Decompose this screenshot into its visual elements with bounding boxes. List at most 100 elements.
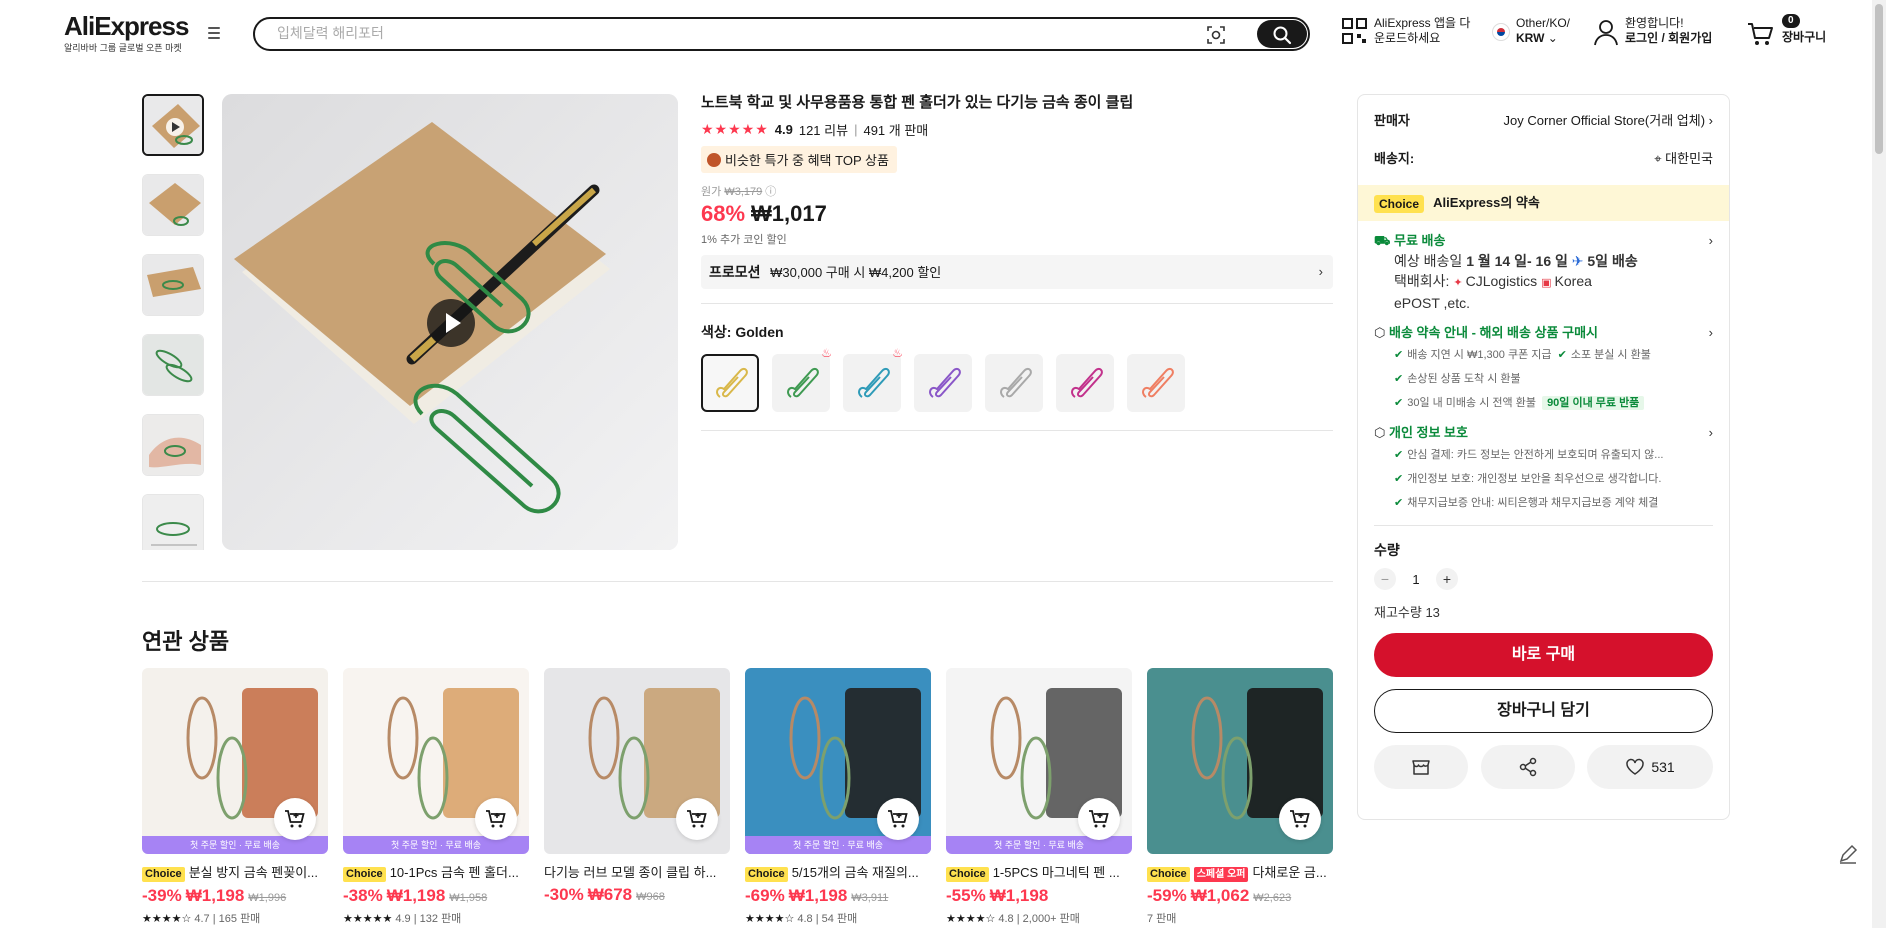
related-product-card[interactable]: 첫 주문 할인 · 무료 배송 Choice 분실 방지 금속 펜꽂이... -39%… bbox=[142, 668, 328, 928]
related-product-name[interactable]: Choice 1-5PCS 마그네틱 펜 ... bbox=[946, 862, 1132, 882]
buy-now-button[interactable]: 바로 구매 bbox=[1374, 633, 1713, 677]
stock-count: 재고수량 13 bbox=[1374, 605, 1440, 620]
quick-add-cart-button[interactable] bbox=[274, 798, 316, 840]
store-button[interactable] bbox=[1374, 745, 1468, 789]
privacy-section[interactable]: ⬡ 개인 정보 보호 › ✔ 안심 결제: 카드 정보는 안전하게 보호되며 유출되… bbox=[1374, 423, 1713, 515]
search-input[interactable] bbox=[277, 25, 1177, 41]
carrier-korea: Korea bbox=[1554, 273, 1592, 289]
thumbnail-image-2[interactable] bbox=[142, 174, 204, 236]
thumbnail-image-3[interactable] bbox=[142, 254, 204, 316]
choice-tag: Choice bbox=[745, 867, 788, 882]
chevron-right-icon: › bbox=[1708, 113, 1713, 128]
paper-clip-icon bbox=[1071, 367, 1103, 398]
related-product-image[interactable]: 첫 주문 할인 · 무료 배송 bbox=[946, 668, 1132, 854]
play-video-button[interactable] bbox=[427, 299, 475, 347]
choice-tag: Choice bbox=[1374, 194, 1425, 213]
related-product-name[interactable]: Choice 5/15개의 금속 재질의... bbox=[745, 862, 931, 882]
paper-clip-icon bbox=[1142, 367, 1174, 398]
currency-label: KRW bbox=[1516, 31, 1545, 45]
color-swatch[interactable] bbox=[701, 354, 759, 412]
thumbnail-image-6[interactable] bbox=[142, 494, 204, 550]
eta-fast: 5일 배송 bbox=[1587, 253, 1638, 269]
privacy-item: 안심 결제: 카드 정보는 안전하게 보호되며 유출되지 않... bbox=[1407, 449, 1664, 461]
decrease-button[interactable]: − bbox=[1374, 568, 1396, 590]
related-product-price: -30% ₩678 ₩968 bbox=[544, 885, 730, 905]
promotion-banner[interactable]: 프로모션 ₩30,000 구매 시 ₩4,200 할인 › bbox=[701, 255, 1333, 289]
color-swatches: ♨ ♨ bbox=[701, 346, 1333, 412]
quick-add-cart-button[interactable] bbox=[1078, 798, 1120, 840]
related-price: ₩1,198 bbox=[788, 886, 848, 905]
shield-icon: ⬡ bbox=[1374, 425, 1386, 440]
info-icon[interactable]: ⓘ bbox=[765, 186, 776, 198]
related-discount: -30% bbox=[544, 885, 584, 904]
thumbnail-image-5[interactable] bbox=[142, 414, 204, 476]
related-product-card[interactable]: 첫 주문 할인 · 무료 배송 Choice 5/15개의 금속 재질의... -69… bbox=[745, 668, 931, 928]
quick-add-cart-button[interactable] bbox=[1279, 798, 1321, 840]
quick-add-cart-button[interactable] bbox=[877, 798, 919, 840]
related-discount: -59% bbox=[1147, 886, 1187, 905]
related-product-card[interactable]: Choice 스페셜 오퍼 다채로운 금... -59% ₩1,062 ₩2,623 7 판… bbox=[1147, 668, 1333, 928]
color-swatch[interactable] bbox=[914, 354, 972, 412]
scrollbar-thumb[interactable] bbox=[1875, 4, 1883, 154]
quantity-value[interactable]: 1 bbox=[1396, 572, 1436, 587]
delivery-promise-section[interactable]: ⬡ 배송 약속 안내 - 해외 배송 상품 구매시 › ✔ 배송 지연 시 ₩1,3… bbox=[1374, 323, 1713, 415]
wishlist-button[interactable]: 531 bbox=[1587, 745, 1713, 789]
color-swatch[interactable] bbox=[985, 354, 1043, 412]
rating-stars-icon: ★★★★☆ bbox=[745, 913, 795, 925]
color-swatch[interactable]: ♨ bbox=[772, 346, 832, 412]
ship-to-row[interactable]: 배송지: ⌖ 대한민국 bbox=[1374, 145, 1713, 173]
seller-name[interactable]: Joy Corner Official Store(거래 업체) › bbox=[1504, 107, 1713, 135]
page-scrollbar[interactable] bbox=[1872, 0, 1886, 928]
choice-tag: Choice bbox=[142, 867, 185, 882]
related-product-image[interactable] bbox=[544, 668, 730, 854]
related-product-image[interactable] bbox=[1147, 668, 1333, 854]
color-swatch[interactable] bbox=[1056, 354, 1114, 412]
related-product-image[interactable]: 첫 주문 할인 · 무료 배송 bbox=[343, 668, 529, 854]
add-to-cart-button[interactable]: 장바구니 담기 bbox=[1374, 689, 1713, 733]
related-product-image[interactable]: 첫 주문 할인 · 무료 배송 bbox=[745, 668, 931, 854]
edit-icon[interactable] bbox=[1836, 842, 1860, 866]
promise-heading: 배송 약속 안내 - 해외 배송 상품 구매시 bbox=[1388, 325, 1598, 340]
paper-clip-icon bbox=[1000, 367, 1032, 398]
paper-clip-icon bbox=[929, 367, 961, 398]
related-product-name[interactable]: Choice 10-1Pcs 금속 펜 홀더... bbox=[343, 862, 529, 882]
image-search-icon[interactable] bbox=[1206, 25, 1226, 45]
thumbnail-image-4[interactable] bbox=[142, 334, 204, 396]
aliexpress-logo[interactable]: AliExpress 알리바바 그룹 글로벌 오픈 마켓 bbox=[64, 12, 189, 54]
shipping-section[interactable]: ⛟ 무료 배송 › 예상 배송일 1 월 14 일- 16 일 ✈ 5일 배송 택… bbox=[1374, 231, 1713, 313]
color-swatch[interactable] bbox=[1127, 354, 1185, 412]
color-swatch[interactable]: ♨ bbox=[843, 346, 903, 412]
rating-row[interactable]: ★★★★★ 4.9 121 리뷰 | 491 개 판매 bbox=[701, 120, 1333, 138]
related-product-image[interactable]: 첫 주문 할인 · 무료 배송 bbox=[142, 668, 328, 854]
related-product-card[interactable]: 첫 주문 할인 · 무료 배송 Choice 1-5PCS 마그네틱 펜 ... -5… bbox=[946, 668, 1132, 928]
free-shipping-label: 무료 배송 bbox=[1393, 233, 1446, 248]
login-signup-link[interactable]: 로그인 / 회원가입 bbox=[1625, 31, 1712, 45]
related-product-card[interactable]: 다기능 러브 모델 종이 클립 하... -30% ₩678 ₩968 bbox=[544, 668, 730, 928]
quick-add-cart-button[interactable] bbox=[475, 798, 517, 840]
related-product-name[interactable]: 다기능 러브 모델 종이 클립 하... bbox=[544, 862, 730, 881]
related-product-name[interactable]: Choice 스페셜 오퍼 다채로운 금... bbox=[1147, 862, 1333, 882]
truck-icon: ⛟ bbox=[1374, 233, 1391, 248]
search-button[interactable] bbox=[1257, 20, 1307, 48]
seller-row[interactable]: 판매자 Joy Corner Official Store(거래 업체) › bbox=[1374, 107, 1713, 135]
increase-button[interactable]: + bbox=[1436, 568, 1458, 590]
share-button[interactable] bbox=[1480, 745, 1575, 789]
add-to-cart-icon bbox=[888, 810, 908, 828]
related-product-title: 10-1Pcs 금속 펜 홀더... bbox=[389, 865, 519, 880]
quick-add-cart-button[interactable] bbox=[676, 798, 718, 840]
region-line1: Other/KO/ bbox=[1516, 16, 1571, 30]
related-product-name[interactable]: Choice 분실 방지 금속 펜꽂이... bbox=[142, 862, 328, 882]
hamburger-menu-icon[interactable] bbox=[208, 27, 224, 41]
paper-clip-icon bbox=[858, 367, 890, 398]
related-product-card[interactable]: 첫 주문 할인 · 무료 배송 Choice 10-1Pcs 금속 펜 홀더... -… bbox=[343, 668, 529, 928]
related-meta: ★★★★☆ 4.8 | 54 판매 bbox=[745, 913, 858, 925]
related-sold: 165 판매 bbox=[218, 913, 261, 925]
add-to-cart-icon bbox=[1290, 810, 1310, 828]
app-download-line2: 운로드하세요 bbox=[1374, 31, 1441, 45]
main-product-image[interactable] bbox=[222, 94, 678, 550]
related-product-price: -59% ₩1,062 ₩2,623 bbox=[1147, 886, 1333, 906]
current-price: ₩1,017 bbox=[751, 201, 827, 226]
promise-item: 손상된 상품 도착 시 환불 bbox=[1407, 373, 1521, 385]
thumbnail-video[interactable] bbox=[142, 94, 204, 156]
review-count[interactable]: 121 리뷰 bbox=[799, 120, 848, 139]
